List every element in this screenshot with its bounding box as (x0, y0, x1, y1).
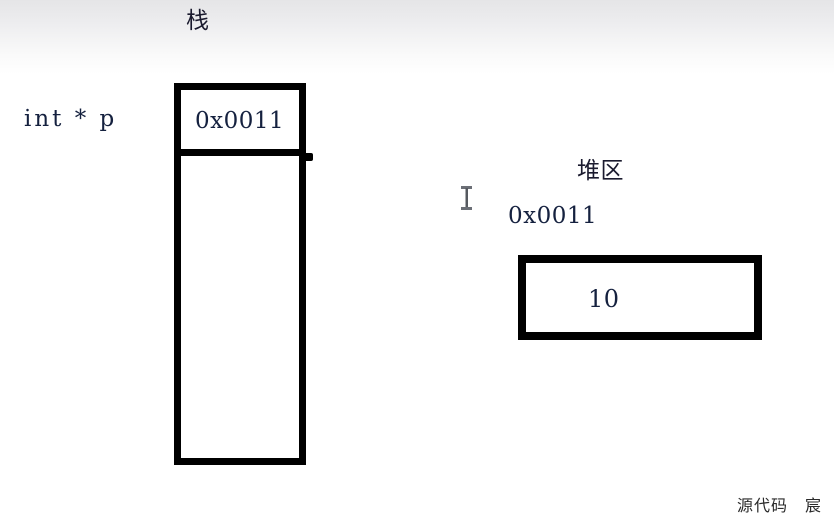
heap-address-label: 0x0011 (508, 203, 598, 229)
stack-cell-empty (181, 156, 299, 458)
watermark: 源代码 宸 (736, 496, 822, 515)
heap-title: 堆区 (577, 158, 624, 184)
pointer-connector-nub (306, 153, 313, 161)
heap-memory-box: 10 (518, 255, 762, 340)
stack-cell-pointer: 0x0011 (181, 90, 299, 156)
diagram-canvas: 栈 int * p 0x0011 堆区 0x0011 10 源代码 宸 (0, 0, 834, 522)
stack-title: 栈 (186, 8, 210, 34)
pointer-declaration-label: int * p (24, 106, 118, 132)
stack-cell-pointer-value: 0x0011 (195, 108, 285, 134)
text-ibeam-cursor (459, 186, 474, 210)
stack-memory-box: 0x0011 (174, 83, 306, 465)
heap-value: 10 (588, 285, 620, 313)
